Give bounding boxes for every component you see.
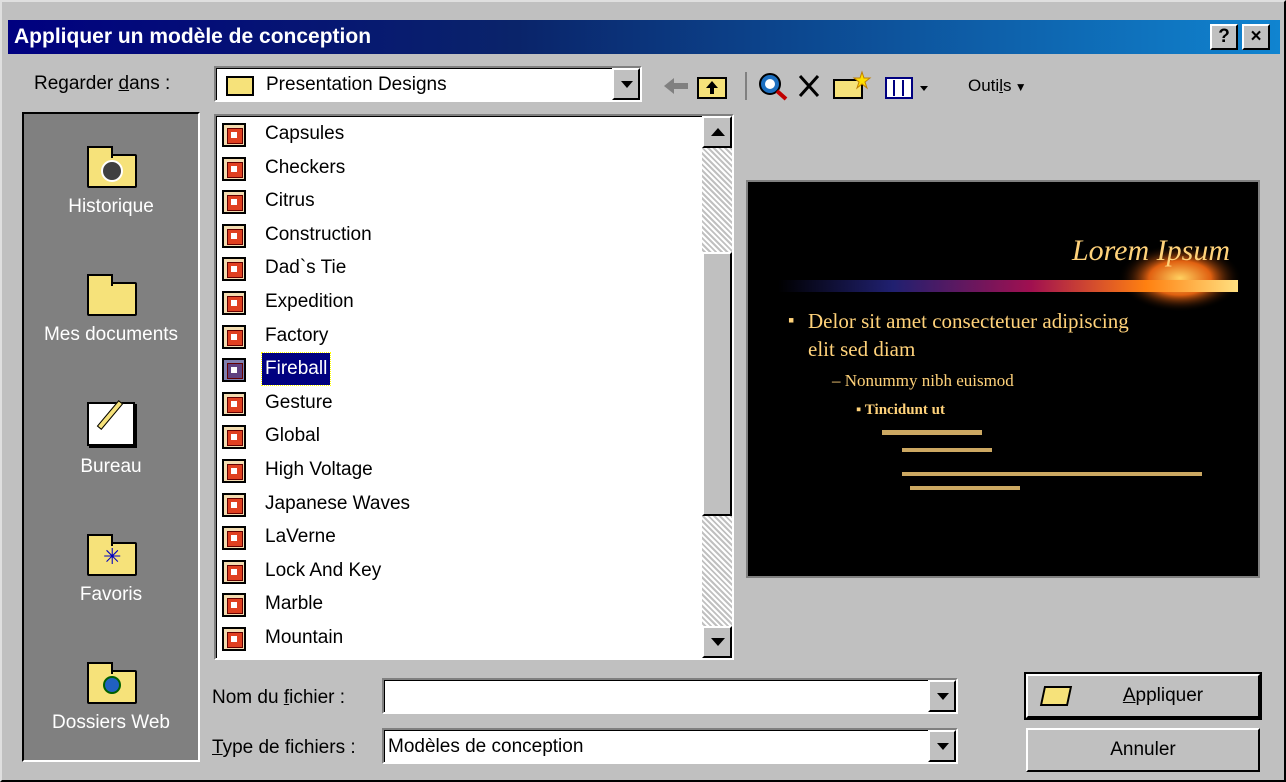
toolbar <box>664 70 928 101</box>
place-history[interactable]: Historique <box>24 136 198 218</box>
file-name: Mountain <box>265 627 344 648</box>
vertical-scrollbar[interactable] <box>702 116 732 658</box>
apply-design-template-dialog: Appliquer un modèle de conception ? × Re… <box>0 0 1286 782</box>
design-template-icon <box>222 593 246 618</box>
file-name: Marble <box>265 593 324 615</box>
file-name: High Voltage <box>265 459 373 480</box>
place-favorites[interactable]: ✳ Favoris <box>24 524 198 606</box>
delete-icon[interactable] <box>798 74 820 98</box>
places-bar: Historique Mes documents Bureau ✳ Favori… <box>22 112 200 762</box>
look-in-value: Presentation Designs <box>266 74 447 95</box>
scroll-up-button[interactable] <box>702 116 732 148</box>
design-template-icon <box>222 559 246 584</box>
file-name: Lock And Key <box>265 559 382 581</box>
file-name-combo[interactable] <box>382 678 958 714</box>
back-arrow-icon[interactable] <box>664 78 688 94</box>
design-template-icon <box>222 324 246 349</box>
file-name: LaVerne <box>265 526 336 548</box>
file-type-label: Type de fichiers : <box>212 737 356 758</box>
tools-menu[interactable]: Outils ▼ <box>968 74 1027 99</box>
file-name-label: Nom du fichier : <box>212 687 346 708</box>
dialog-title: Appliquer un modèle de conception <box>14 25 372 48</box>
file-name: Citrus <box>265 190 315 212</box>
preview-placeholder-line <box>902 472 1202 476</box>
place-label: Dossiers Web <box>52 712 170 733</box>
new-folder-icon[interactable] <box>833 70 872 99</box>
design-preview: Lorem Ipsum ▪ Delor sit amet consectetue… <box>746 180 1260 578</box>
scroll-thumb[interactable] <box>702 252 732 516</box>
look-in-combo[interactable]: Presentation Designs <box>214 66 642 102</box>
bullet-marker: ▪ <box>788 310 794 330</box>
fireball-bar <box>778 280 1238 292</box>
place-label: Mes documents <box>43 324 179 345</box>
views-icon[interactable] <box>885 77 928 99</box>
file-name: Capsules <box>265 123 345 144</box>
file-list[interactable]: Capsules Checkers Citrus Construction Dad`s … <box>214 114 734 660</box>
place-desktop[interactable]: Bureau <box>24 396 198 478</box>
file-name: Global <box>265 425 320 447</box>
preview-placeholder-line <box>910 486 1020 490</box>
place-label: Bureau <box>80 456 142 477</box>
look-in-dropdown-button[interactable] <box>612 68 640 100</box>
preview-placeholder-line <box>882 430 982 435</box>
preview-slide: Lorem Ipsum ▪ Delor sit amet consectetue… <box>778 234 1242 490</box>
file-name: Construction <box>265 223 372 245</box>
preview-bullet-2: – Nonummy nibh euismod <box>831 371 1014 390</box>
design-template-icon <box>222 492 246 517</box>
search-web-icon[interactable] <box>759 73 788 101</box>
design-template-icon <box>222 358 246 383</box>
file-name: Japanese Waves <box>265 492 411 514</box>
history-icon <box>83 136 139 190</box>
scroll-down-button[interactable] <box>702 626 732 658</box>
design-template-icon <box>222 459 246 483</box>
place-web-folders[interactable]: Dossiers Web <box>24 652 198 734</box>
file-name: Gesture <box>265 391 333 413</box>
design-template-icon <box>222 425 246 450</box>
design-template-icon <box>222 123 246 147</box>
file-type-dropdown-button[interactable] <box>928 730 956 762</box>
place-label: Favoris <box>79 584 143 605</box>
file-name: Fireball <box>260 352 332 387</box>
up-one-level-icon[interactable] <box>697 77 727 99</box>
file-name-dropdown-button[interactable] <box>928 680 956 712</box>
file-type-value: Modèles de conception <box>388 736 584 757</box>
place-my-documents[interactable]: Mes documents <box>24 264 198 346</box>
look-in-label: Regarder dans : <box>34 73 171 94</box>
desktop-icon <box>83 396 139 450</box>
folder-icon <box>226 76 254 96</box>
design-template-icon <box>222 257 246 282</box>
design-template-icon <box>222 391 246 416</box>
design-template-icon <box>222 223 246 248</box>
design-template-icon <box>222 291 246 315</box>
file-name: Factory <box>265 324 329 346</box>
design-template-icon <box>222 526 246 551</box>
web-folders-icon <box>83 652 139 706</box>
design-template-icon <box>222 190 246 215</box>
preview-placeholder-line <box>902 448 992 452</box>
cancel-button[interactable]: Annuler <box>1026 728 1260 772</box>
favorites-icon: ✳ <box>83 524 139 578</box>
preview-bullet-1: Delor sit amet consectetuer adipiscing el… <box>808 309 1129 361</box>
help-button[interactable]: ? <box>1210 24 1238 50</box>
title-bar: Appliquer un modèle de conception <box>8 20 1280 54</box>
design-template-icon <box>222 627 246 651</box>
preview-bullet-3: ▪ Tincidunt ut <box>856 402 945 418</box>
close-button[interactable]: × <box>1242 24 1270 50</box>
file-type-combo[interactable]: Modèles de conception <box>382 728 958 764</box>
preview-title: Lorem Ipsum <box>1071 234 1230 267</box>
file-name: Checkers <box>265 156 346 178</box>
place-label: Historique <box>68 196 154 217</box>
apply-button[interactable]: Appliquer <box>1024 672 1262 720</box>
design-template-icon <box>222 156 246 181</box>
file-name: Dad`s Tie <box>265 257 347 279</box>
file-name: Expedition <box>265 291 354 312</box>
open-folder-icon <box>1039 686 1073 706</box>
my-documents-icon <box>83 264 139 318</box>
